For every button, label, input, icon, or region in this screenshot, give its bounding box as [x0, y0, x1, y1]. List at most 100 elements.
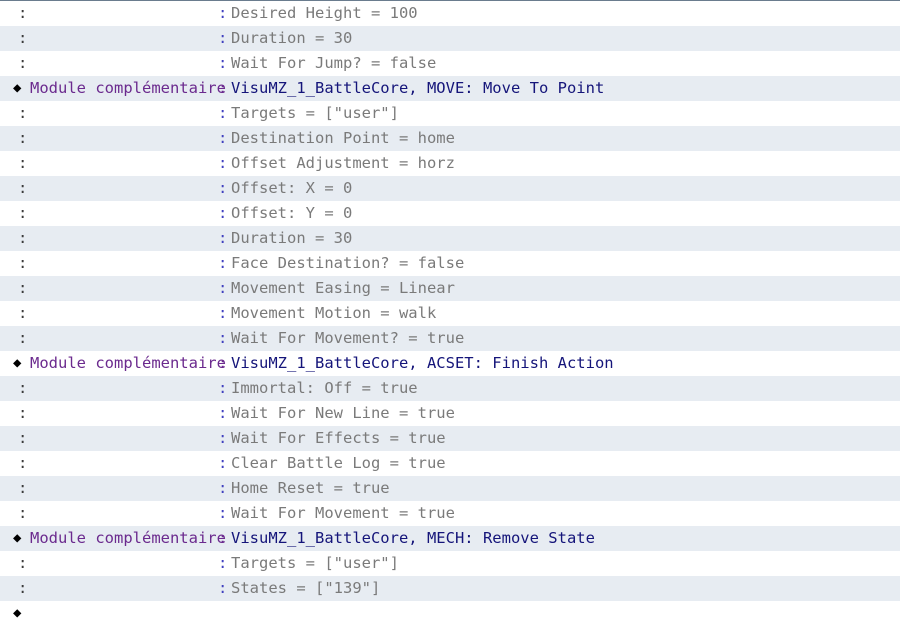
parameter-text: Wait For Movement = true [231, 504, 455, 522]
command-row[interactable]: :: States = ["139"] [0, 576, 900, 601]
command-row[interactable]: :: Face Destination? = false [0, 251, 900, 276]
plugin-command-row[interactable]: ◆ Module complémentaire: VisuMZ_1_BattleCo… [0, 526, 900, 551]
plugin-command-row[interactable]: ◆ Module complémentaire: VisuMZ_1_BattleCo… [0, 351, 900, 376]
command-row[interactable]: :: Wait For Jump? = false [0, 51, 900, 76]
diamond-icon: ◆ [13, 355, 22, 371]
command-row[interactable]: :: Wait For New Line = true [0, 401, 900, 426]
continuation-colon: : [18, 129, 28, 147]
separator-colon: : [218, 54, 228, 72]
parameter-text: Offset: Y = 0 [231, 204, 353, 222]
continuation-colon: : [18, 104, 28, 122]
parameter-text: Destination Point = home [231, 129, 455, 147]
continuation-colon: : [18, 329, 28, 347]
separator-colon: : [218, 579, 228, 597]
parameter-text: Targets = ["user"] [231, 554, 399, 572]
command-row[interactable]: :: Wait For Movement = true [0, 501, 900, 526]
continuation-colon: : [18, 429, 28, 447]
command-row[interactable]: :: Wait For Effects = true [0, 426, 900, 451]
separator-colon: : [218, 129, 228, 147]
separator-colon: : [218, 379, 228, 397]
command-row[interactable]: :: Movement Motion = walk [0, 301, 900, 326]
continuation-colon: : [18, 479, 28, 497]
plugin-command-text: VisuMZ_1_BattleCore, ACSET: Finish Actio… [231, 354, 614, 372]
command-row[interactable]: :: Home Reset = true [0, 476, 900, 501]
command-row[interactable]: :: Destination Point = home [0, 126, 900, 151]
command-row[interactable]: :: Wait For Movement? = true [0, 326, 900, 351]
separator-colon: : [218, 504, 228, 522]
command-type-label: Module complémentaire [30, 79, 226, 97]
command-row[interactable]: :: Duration = 30 [0, 226, 900, 251]
parameter-text: Duration = 30 [231, 229, 353, 247]
command-row[interactable]: :: Offset: Y = 0 [0, 201, 900, 226]
parameter-text: Movement Motion = walk [231, 304, 437, 322]
command-row[interactable]: :: Desired Height = 100 [0, 1, 900, 26]
continuation-colon: : [18, 204, 28, 222]
command-row[interactable]: :: Offset Adjustment = horz [0, 151, 900, 176]
separator-colon: : [218, 479, 228, 497]
parameter-text: Wait For New Line = true [231, 404, 455, 422]
command-type-label: Module complémentaire [30, 529, 226, 547]
separator-colon: : [218, 354, 228, 372]
parameter-text: Wait For Movement? = true [231, 329, 465, 347]
command-row[interactable]: :: Clear Battle Log = true [0, 451, 900, 476]
separator-colon: : [218, 529, 228, 547]
separator-colon: : [218, 4, 228, 22]
separator-colon: : [218, 279, 228, 297]
diamond-icon: ◆ [13, 80, 22, 96]
separator-colon: : [218, 254, 228, 272]
separator-colon: : [218, 404, 228, 422]
continuation-colon: : [18, 554, 28, 572]
parameter-text: Clear Battle Log = true [231, 454, 446, 472]
continuation-colon: : [18, 29, 28, 47]
continuation-colon: : [18, 504, 28, 522]
command-row[interactable]: :: Duration = 30 [0, 26, 900, 51]
parameter-text: Movement Easing = Linear [231, 279, 455, 297]
separator-colon: : [218, 304, 228, 322]
plugin-command-text: VisuMZ_1_BattleCore, MOVE: Move To Point [231, 79, 605, 97]
command-row[interactable]: :: Offset: X = 0 [0, 176, 900, 201]
diamond-icon: ◆ [13, 530, 22, 546]
separator-colon: : [218, 179, 228, 197]
parameter-text: Targets = ["user"] [231, 104, 399, 122]
parameter-text: Offset: X = 0 [231, 179, 353, 197]
continuation-colon: : [18, 454, 28, 472]
continuation-colon: : [18, 379, 28, 397]
separator-colon: : [218, 154, 228, 172]
continuation-colon: : [18, 4, 28, 22]
parameter-text: States = ["139"] [231, 579, 381, 597]
continuation-colon: : [18, 404, 28, 422]
plugin-command-text: VisuMZ_1_BattleCore, MECH: Remove State [231, 529, 595, 547]
parameter-text: Duration = 30 [231, 29, 353, 47]
continuation-colon: : [18, 229, 28, 247]
continuation-colon: : [18, 179, 28, 197]
empty-command-row[interactable]: ◆ [0, 601, 900, 621]
separator-colon: : [218, 554, 228, 572]
continuation-colon: : [18, 254, 28, 272]
event-command-list[interactable]: :: Desired Height = 100 :: Duration = 30 :… [0, 0, 900, 621]
parameter-text: Home Reset = true [231, 479, 390, 497]
continuation-colon: : [18, 279, 28, 297]
diamond-icon: ◆ [13, 605, 22, 621]
continuation-colon: : [18, 54, 28, 72]
separator-colon: : [218, 104, 228, 122]
plugin-command-row[interactable]: ◆ Module complémentaire: VisuMZ_1_BattleCo… [0, 76, 900, 101]
command-row[interactable]: :: Immortal: Off = true [0, 376, 900, 401]
separator-colon: : [218, 429, 228, 447]
separator-colon: : [218, 229, 228, 247]
separator-colon: : [218, 79, 228, 97]
parameter-text: Desired Height = 100 [231, 4, 418, 22]
command-row[interactable]: :: Targets = ["user"] [0, 101, 900, 126]
continuation-colon: : [18, 154, 28, 172]
separator-colon: : [218, 329, 228, 347]
continuation-colon: : [18, 304, 28, 322]
continuation-colon: : [18, 579, 28, 597]
command-row[interactable]: :: Targets = ["user"] [0, 551, 900, 576]
parameter-text: Immortal: Off = true [231, 379, 418, 397]
parameter-text: Face Destination? = false [231, 254, 465, 272]
command-row[interactable]: :: Movement Easing = Linear [0, 276, 900, 301]
command-type-label: Module complémentaire [30, 354, 226, 372]
separator-colon: : [218, 204, 228, 222]
parameter-text: Offset Adjustment = horz [231, 154, 455, 172]
parameter-text: Wait For Jump? = false [231, 54, 437, 72]
separator-colon: : [218, 29, 228, 47]
